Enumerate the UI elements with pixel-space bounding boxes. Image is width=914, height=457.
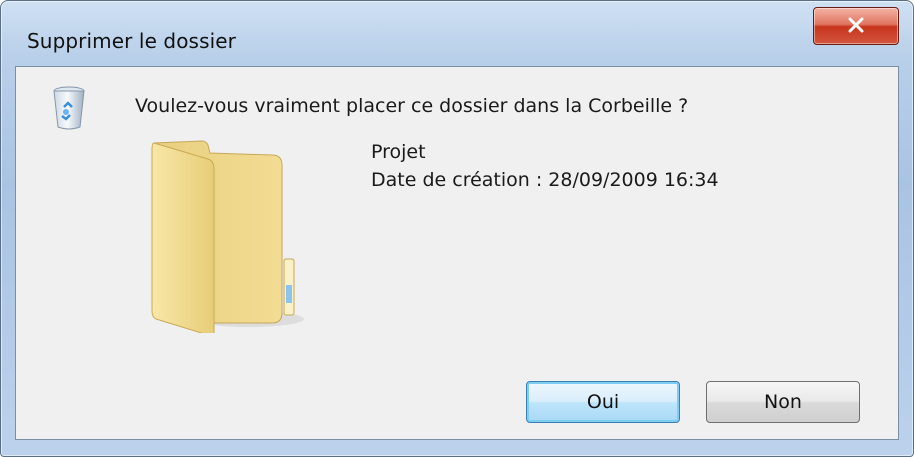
close-x-icon	[848, 17, 864, 33]
item-name: Projet	[371, 141, 426, 163]
yes-button[interactable]: Oui	[526, 381, 680, 423]
confirmation-question: Voulez-vous vraiment placer ce dossier d…	[135, 95, 689, 117]
folder-icon	[151, 140, 304, 333]
no-button[interactable]: Non	[706, 381, 860, 423]
item-creation-date: Date de création : 28/09/2009 16:34	[371, 169, 719, 191]
recycle-bin-icon	[53, 86, 85, 130]
close-button[interactable]	[813, 7, 899, 45]
dialog-body: Voulez-vous vraiment placer ce dossier d…	[15, 66, 899, 440]
window-title: Supprimer le dossier	[27, 29, 236, 53]
title-bar[interactable]: Supprimer le dossier	[1, 1, 913, 67]
dialog-window: Supprimer le dossier Voulez-vous vraimen…	[0, 0, 914, 457]
